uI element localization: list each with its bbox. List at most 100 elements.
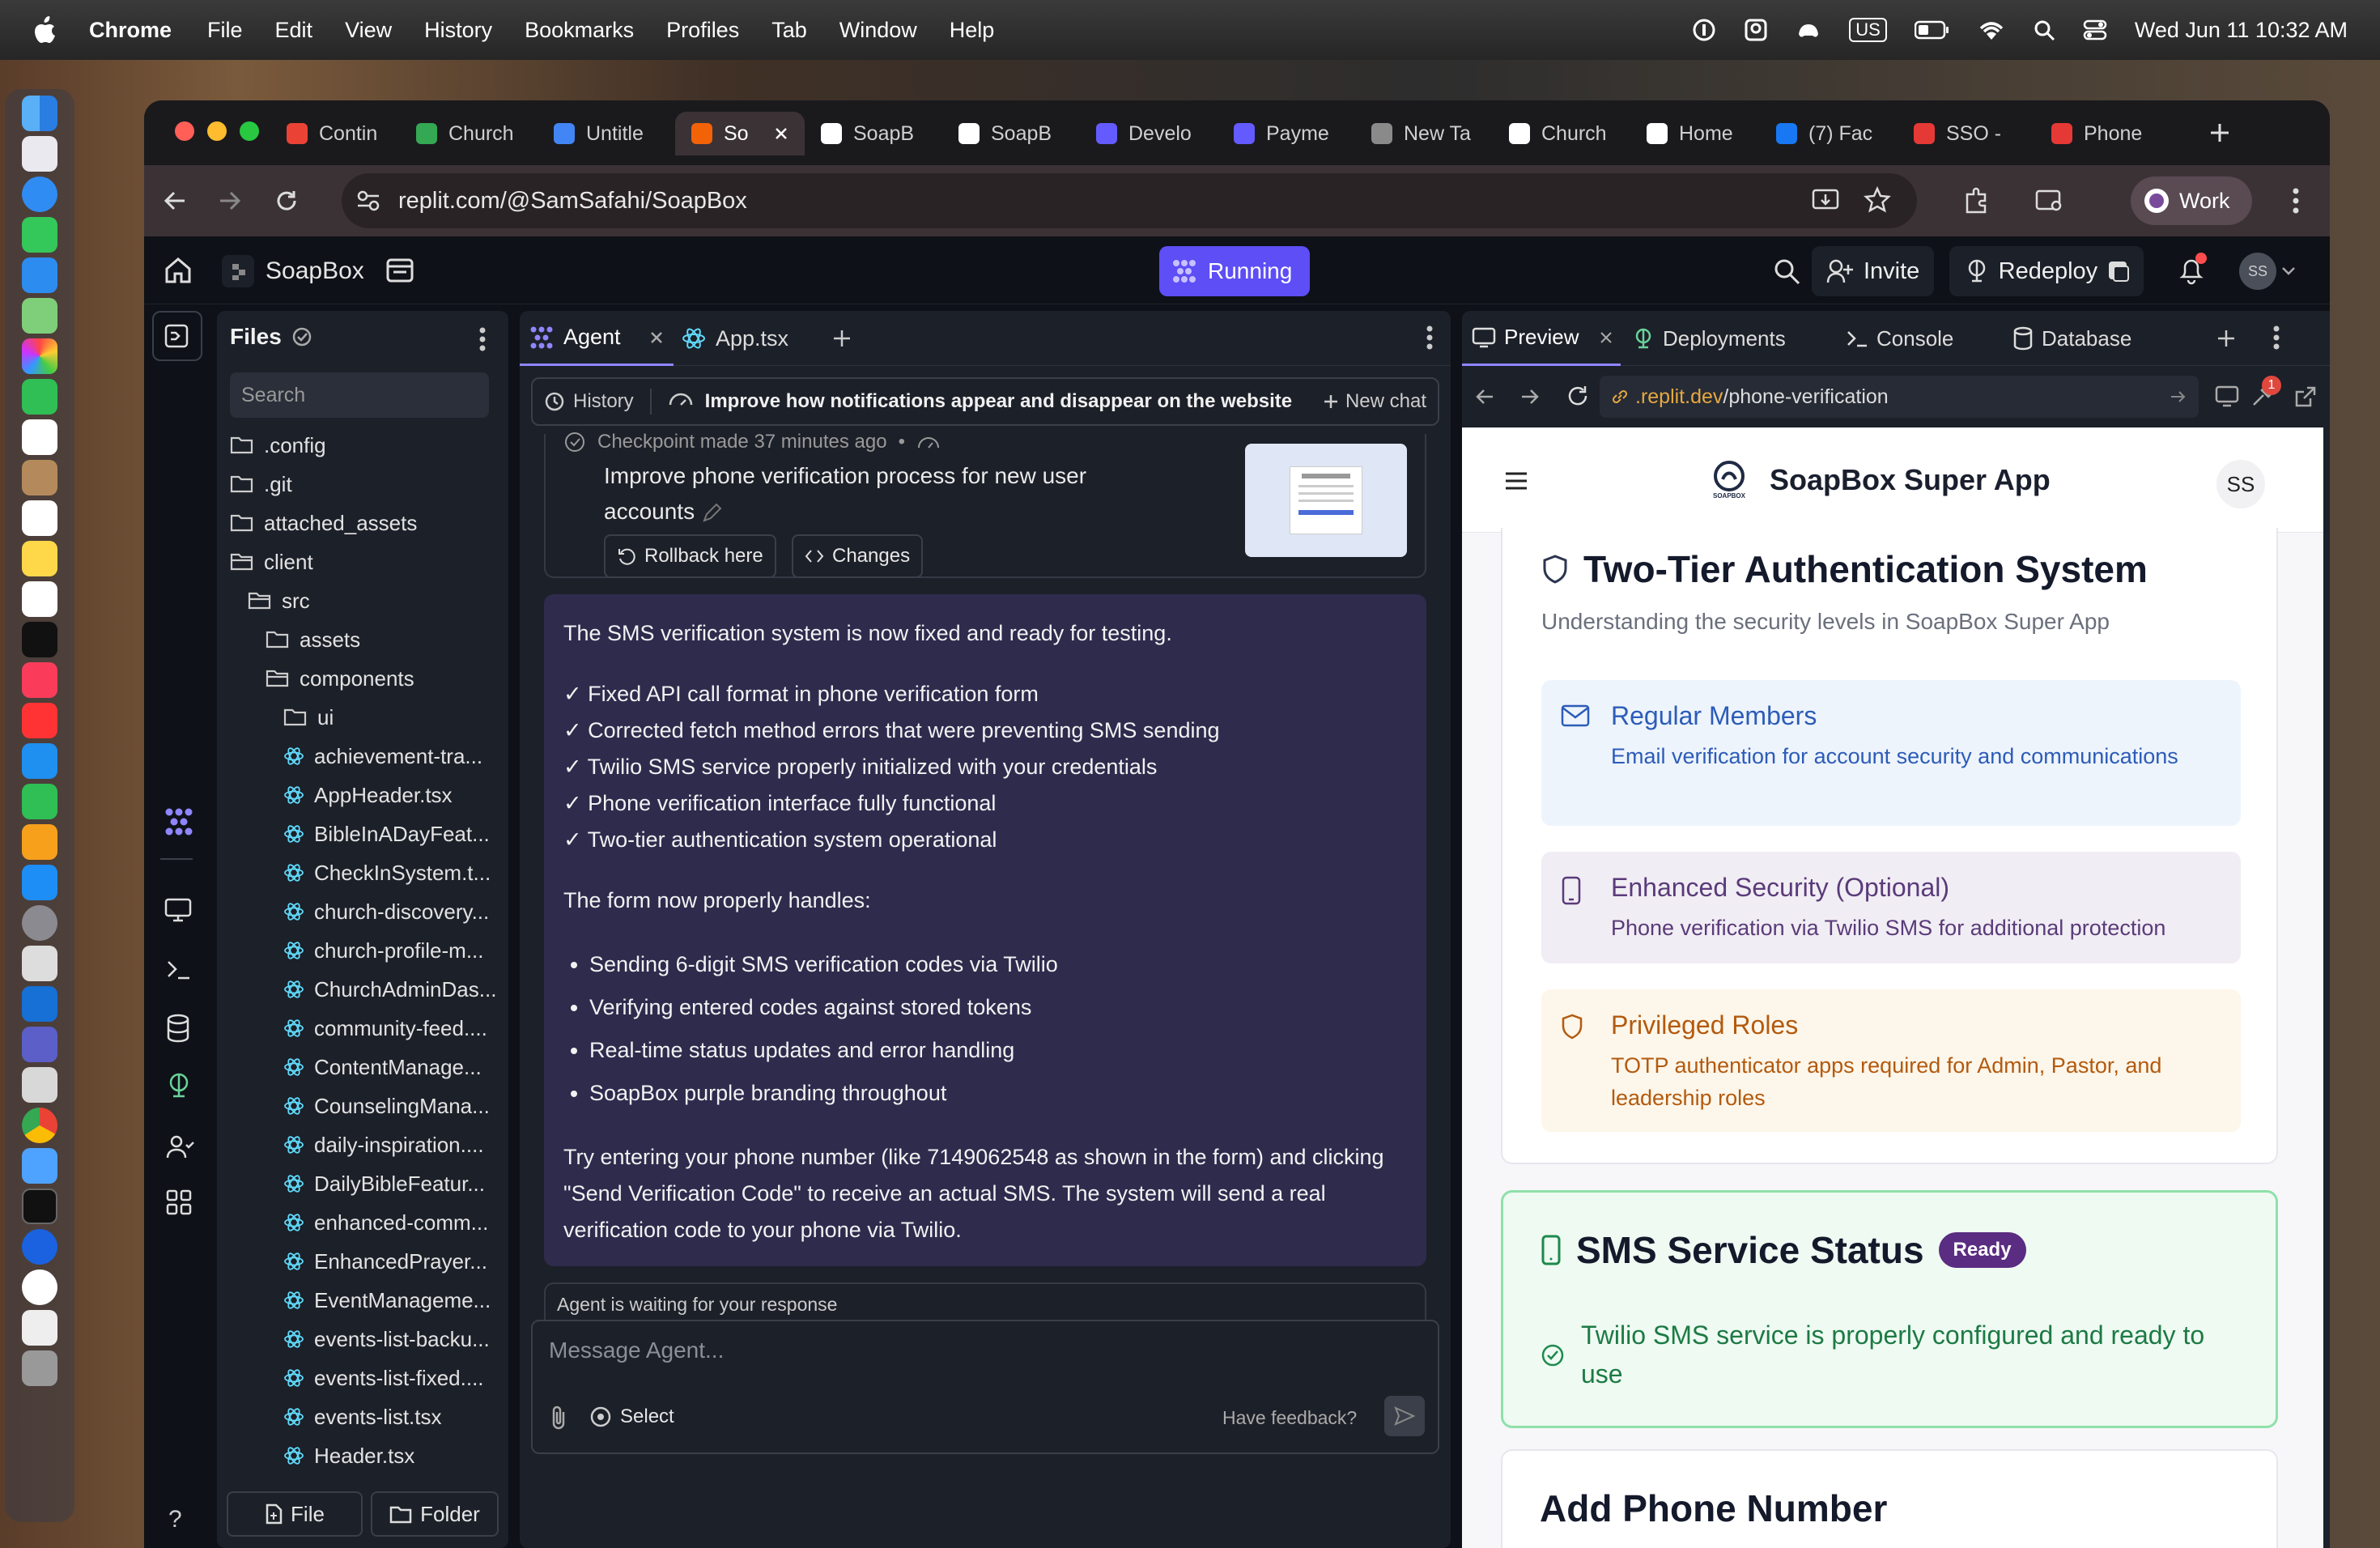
files-menu-icon[interactable] xyxy=(478,325,487,353)
file-tree-item[interactable]: enhanced-comm... xyxy=(217,1203,508,1242)
file-tree-item[interactable]: ChurchAdminDas... xyxy=(217,970,508,1009)
spotlight-search-icon[interactable] xyxy=(2033,19,2055,41)
browser-tab[interactable]: Phone xyxy=(2035,112,2173,155)
users-rail-icon[interactable] xyxy=(165,1133,194,1159)
url-text[interactable]: replit.com/@SamSafahi/SoapBox xyxy=(398,188,747,215)
menubar-clock[interactable]: Wed Jun 11 10:32 AM xyxy=(2135,18,2348,43)
preview-forward-icon[interactable] xyxy=(1519,385,1541,408)
tab-agent[interactable]: Agent xyxy=(520,311,674,366)
message-input[interactable]: Message Agent... xyxy=(549,1337,724,1363)
files-app-icon[interactable] xyxy=(22,1148,57,1184)
search-icon[interactable] xyxy=(1773,257,1800,285)
zoom-window-button[interactable] xyxy=(240,121,259,141)
site-info-icon[interactable] xyxy=(355,188,382,214)
new-folder-button[interactable]: Folder xyxy=(371,1491,499,1537)
documents-icon[interactable] xyxy=(22,1310,57,1346)
invite-button[interactable]: Invite xyxy=(1812,246,1935,296)
browser-tab[interactable]: New Ta xyxy=(1355,112,1493,155)
file-tree-item[interactable]: community-feed.... xyxy=(217,1009,508,1048)
menu-tab[interactable]: Tab xyxy=(771,18,807,43)
project-settings-icon[interactable] xyxy=(385,256,414,285)
chrome-dock-icon[interactable] xyxy=(22,1108,57,1143)
menu-profiles[interactable]: Profiles xyxy=(666,18,739,43)
changes-button[interactable]: Changes xyxy=(792,534,924,578)
minimize-window-button[interactable] xyxy=(207,121,227,141)
go-arrow-icon[interactable] xyxy=(2170,388,2187,406)
accessibility-icon[interactable] xyxy=(1744,18,1768,42)
outlook-icon[interactable] xyxy=(22,986,57,1022)
sync-status-icon[interactable] xyxy=(291,326,316,347)
game-controller-icon[interactable] xyxy=(1796,18,1821,42)
reload-icon[interactable] xyxy=(274,188,300,214)
menu-view[interactable]: View xyxy=(345,18,392,43)
mail-icon[interactable] xyxy=(22,257,57,293)
new-chat-button[interactable]: New chat xyxy=(1323,390,1426,413)
forward-arrow-icon[interactable] xyxy=(217,188,243,214)
file-tree-item[interactable]: EnhancedPrayer... xyxy=(217,1242,508,1281)
preview-icon[interactable] xyxy=(22,1067,57,1103)
tab-deployments[interactable]: Deployments xyxy=(1632,311,1786,366)
browser-tab[interactable]: Contin xyxy=(270,112,400,155)
preview-reload-icon[interactable] xyxy=(1566,384,1590,408)
close-preview-tab-icon[interactable] xyxy=(1600,331,1613,344)
open-new-tab-icon[interactable] xyxy=(2294,385,2317,408)
file-tree-item[interactable]: AppHeader.tsx xyxy=(217,776,508,814)
script-editor-icon[interactable] xyxy=(22,946,57,981)
device-view-icon[interactable] xyxy=(2215,385,2239,408)
menu-file[interactable]: File xyxy=(207,18,243,43)
safari-icon[interactable] xyxy=(22,176,57,212)
1password-dock-icon[interactable] xyxy=(22,1229,57,1265)
terminal-icon[interactable] xyxy=(22,1189,57,1224)
shell-icon[interactable] xyxy=(165,957,193,981)
freeform-icon[interactable] xyxy=(22,581,57,617)
tab-app-tsx[interactable]: App.tsx xyxy=(682,311,788,366)
menu-bookmarks[interactable]: Bookmarks xyxy=(525,18,634,43)
file-tree-item[interactable]: components xyxy=(217,659,508,698)
back-arrow-icon[interactable] xyxy=(162,188,188,214)
finder-icon[interactable] xyxy=(22,96,57,131)
preview-back-icon[interactable] xyxy=(1473,385,1496,408)
browser-tab[interactable]: Untitle xyxy=(538,112,675,155)
close-tab-icon[interactable] xyxy=(649,330,664,345)
reminders-icon[interactable] xyxy=(22,500,57,536)
help-icon[interactable]: ? xyxy=(168,1506,182,1533)
file-tree-item[interactable]: achievement-tra... xyxy=(217,737,508,776)
contacts-icon[interactable] xyxy=(22,460,57,495)
agent-menu-icon[interactable] xyxy=(1425,324,1434,351)
send-button[interactable] xyxy=(1384,1396,1425,1436)
user-avatar[interactable]: SS xyxy=(2239,253,2276,290)
browser-tab[interactable]: (7) Fac xyxy=(1760,112,1898,155)
user-menu[interactable]: SS xyxy=(2239,253,2296,290)
file-tree-item[interactable]: ui xyxy=(217,698,508,737)
menu-help[interactable]: Help xyxy=(950,18,995,43)
file-tree-item[interactable]: church-discovery... xyxy=(217,892,508,931)
file-tree-item[interactable]: assets xyxy=(217,620,508,659)
browser-tab[interactable]: So xyxy=(675,112,805,155)
install-app-icon[interactable] xyxy=(1812,188,1839,214)
browser-tab[interactable]: Church xyxy=(400,112,538,155)
battery-icon[interactable] xyxy=(1914,20,1950,40)
checkpoint-thumbnail[interactable] xyxy=(1245,444,1407,557)
1password-icon[interactable] xyxy=(1692,18,1716,42)
project-name-button[interactable]: SoapBox xyxy=(222,246,364,296)
control-center-icon[interactable] xyxy=(2083,19,2107,41)
hamburger-menu-icon[interactable] xyxy=(1504,471,1528,491)
add-tab-icon[interactable] xyxy=(832,329,852,348)
feedback-link[interactable]: Have feedback? xyxy=(1222,1407,1357,1429)
new-tab-button[interactable] xyxy=(2208,121,2231,144)
close-tab-icon[interactable] xyxy=(774,126,788,141)
clock-icon[interactable] xyxy=(22,1269,57,1305)
webview-icon[interactable] xyxy=(164,897,193,923)
browser-tab[interactable]: SSO - xyxy=(1898,112,2035,155)
tab-console[interactable]: Console xyxy=(1846,311,1953,366)
chat-title[interactable]: Improve how notifications appear and dis… xyxy=(705,390,1292,413)
edit-pencil-icon[interactable] xyxy=(701,503,724,524)
menu-history[interactable]: History xyxy=(424,18,492,43)
file-tree-item[interactable]: BibleInADayFeat... xyxy=(217,814,508,853)
preview-url-input[interactable]: .replit.dev/phone-verification xyxy=(1600,376,2199,418)
pages-icon[interactable] xyxy=(22,824,57,860)
calendar-icon[interactable] xyxy=(22,419,57,455)
new-file-button[interactable]: File xyxy=(227,1491,363,1537)
file-tree-item[interactable]: CheckInSystem.t... xyxy=(217,853,508,892)
menu-edit[interactable]: Edit xyxy=(275,18,313,43)
